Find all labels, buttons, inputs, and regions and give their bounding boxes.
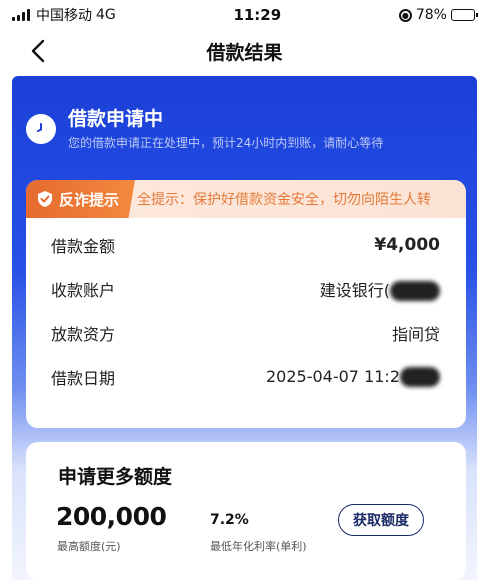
detail-row-amount: 借款金额 ¥4,000	[26, 223, 466, 267]
status-bar: 中国移动 4G 11:29 ● 78%	[0, 0, 489, 30]
detail-label: 借款日期	[51, 369, 116, 388]
status-time: 11:29	[233, 6, 282, 24]
detail-label: 放款资方	[51, 325, 116, 344]
shield-icon	[36, 190, 54, 208]
rate-label: 最低年化利率(单利)	[210, 540, 307, 553]
quota-title: 申请更多额度	[58, 466, 173, 488]
anti-fraud-text: 全提示：保护好借款资金安全，切勿向陌生人转	[137, 192, 432, 208]
max-quota-value: 200,000	[56, 502, 167, 531]
back-button[interactable]	[26, 38, 50, 64]
page-title: 借款结果	[206, 41, 283, 64]
detail-label: 借款金额	[51, 237, 116, 256]
rate-value: 7.2%	[210, 512, 249, 528]
anti-fraud-notice[interactable]: 反诈提示 全提示：保护好借款资金安全，切勿向陌生人转	[26, 180, 466, 218]
loan-details: 借款金额 ¥4,000 收款账户 建设银行( 放款资方 指间贷 借款日期 202…	[26, 218, 466, 399]
signal-icon	[12, 9, 30, 21]
status-subtitle: 您的借款申请正在处理中，预计24小时内到账，请耐心等待	[68, 136, 384, 150]
anti-fraud-tag-label: 反诈提示	[59, 190, 120, 209]
carrier-label: 中国移动	[36, 8, 92, 24]
anti-fraud-tag: 反诈提示	[26, 180, 136, 218]
detail-value-wrap: 建设银行(	[320, 277, 440, 302]
clock-icon	[26, 114, 56, 144]
status-title: 借款申请中	[68, 108, 164, 130]
max-quota-label: 最高额度(元)	[57, 540, 121, 553]
detail-value: 建设银行(	[319, 280, 390, 300]
detail-row-date: 借款日期 2025-04-07 11:2	[26, 355, 466, 399]
redaction-mark	[400, 367, 440, 388]
detail-value: 2025-04-07 11:2	[266, 366, 400, 386]
status-text: 借款申请中 您的借款申请正在处理中，预计24小时内到账，请耐心等待	[68, 106, 383, 151]
get-quota-button[interactable]: 获取额度	[338, 504, 424, 536]
battery-icon	[450, 9, 478, 21]
application-status: 借款申请中 您的借款申请正在处理中，预计24小时内到账，请耐心等待	[26, 106, 383, 151]
detail-row-account: 收款账户 建设银行(	[26, 267, 466, 311]
loan-info-card: 反诈提示 全提示：保护好借款资金安全，切勿向陌生人转 借款金额 ¥4,000 收…	[26, 180, 466, 428]
detail-value-wrap: 2025-04-07 11:2	[266, 367, 440, 388]
nav-bar: 借款结果	[0, 30, 489, 72]
detail-value: 指间贷	[391, 325, 440, 344]
detail-label: 收款账户	[51, 281, 116, 300]
network-label: 4G	[96, 7, 116, 23]
status-left: 中国移动 4G	[12, 5, 116, 25]
status-right: ● 78%	[398, 7, 478, 23]
redaction-mark	[390, 281, 440, 302]
detail-row-funder: 放款资方 指间贷	[26, 311, 466, 355]
battery-percent: 78%	[415, 7, 447, 23]
chevron-left-icon	[31, 39, 45, 63]
detail-value: ¥4,000	[374, 235, 440, 255]
more-quota-card: 申请更多额度 200,000 最高额度(元) 7.2% 最低年化利率(单利) 获…	[26, 442, 466, 580]
rotation-lock-icon: ●	[398, 8, 412, 22]
